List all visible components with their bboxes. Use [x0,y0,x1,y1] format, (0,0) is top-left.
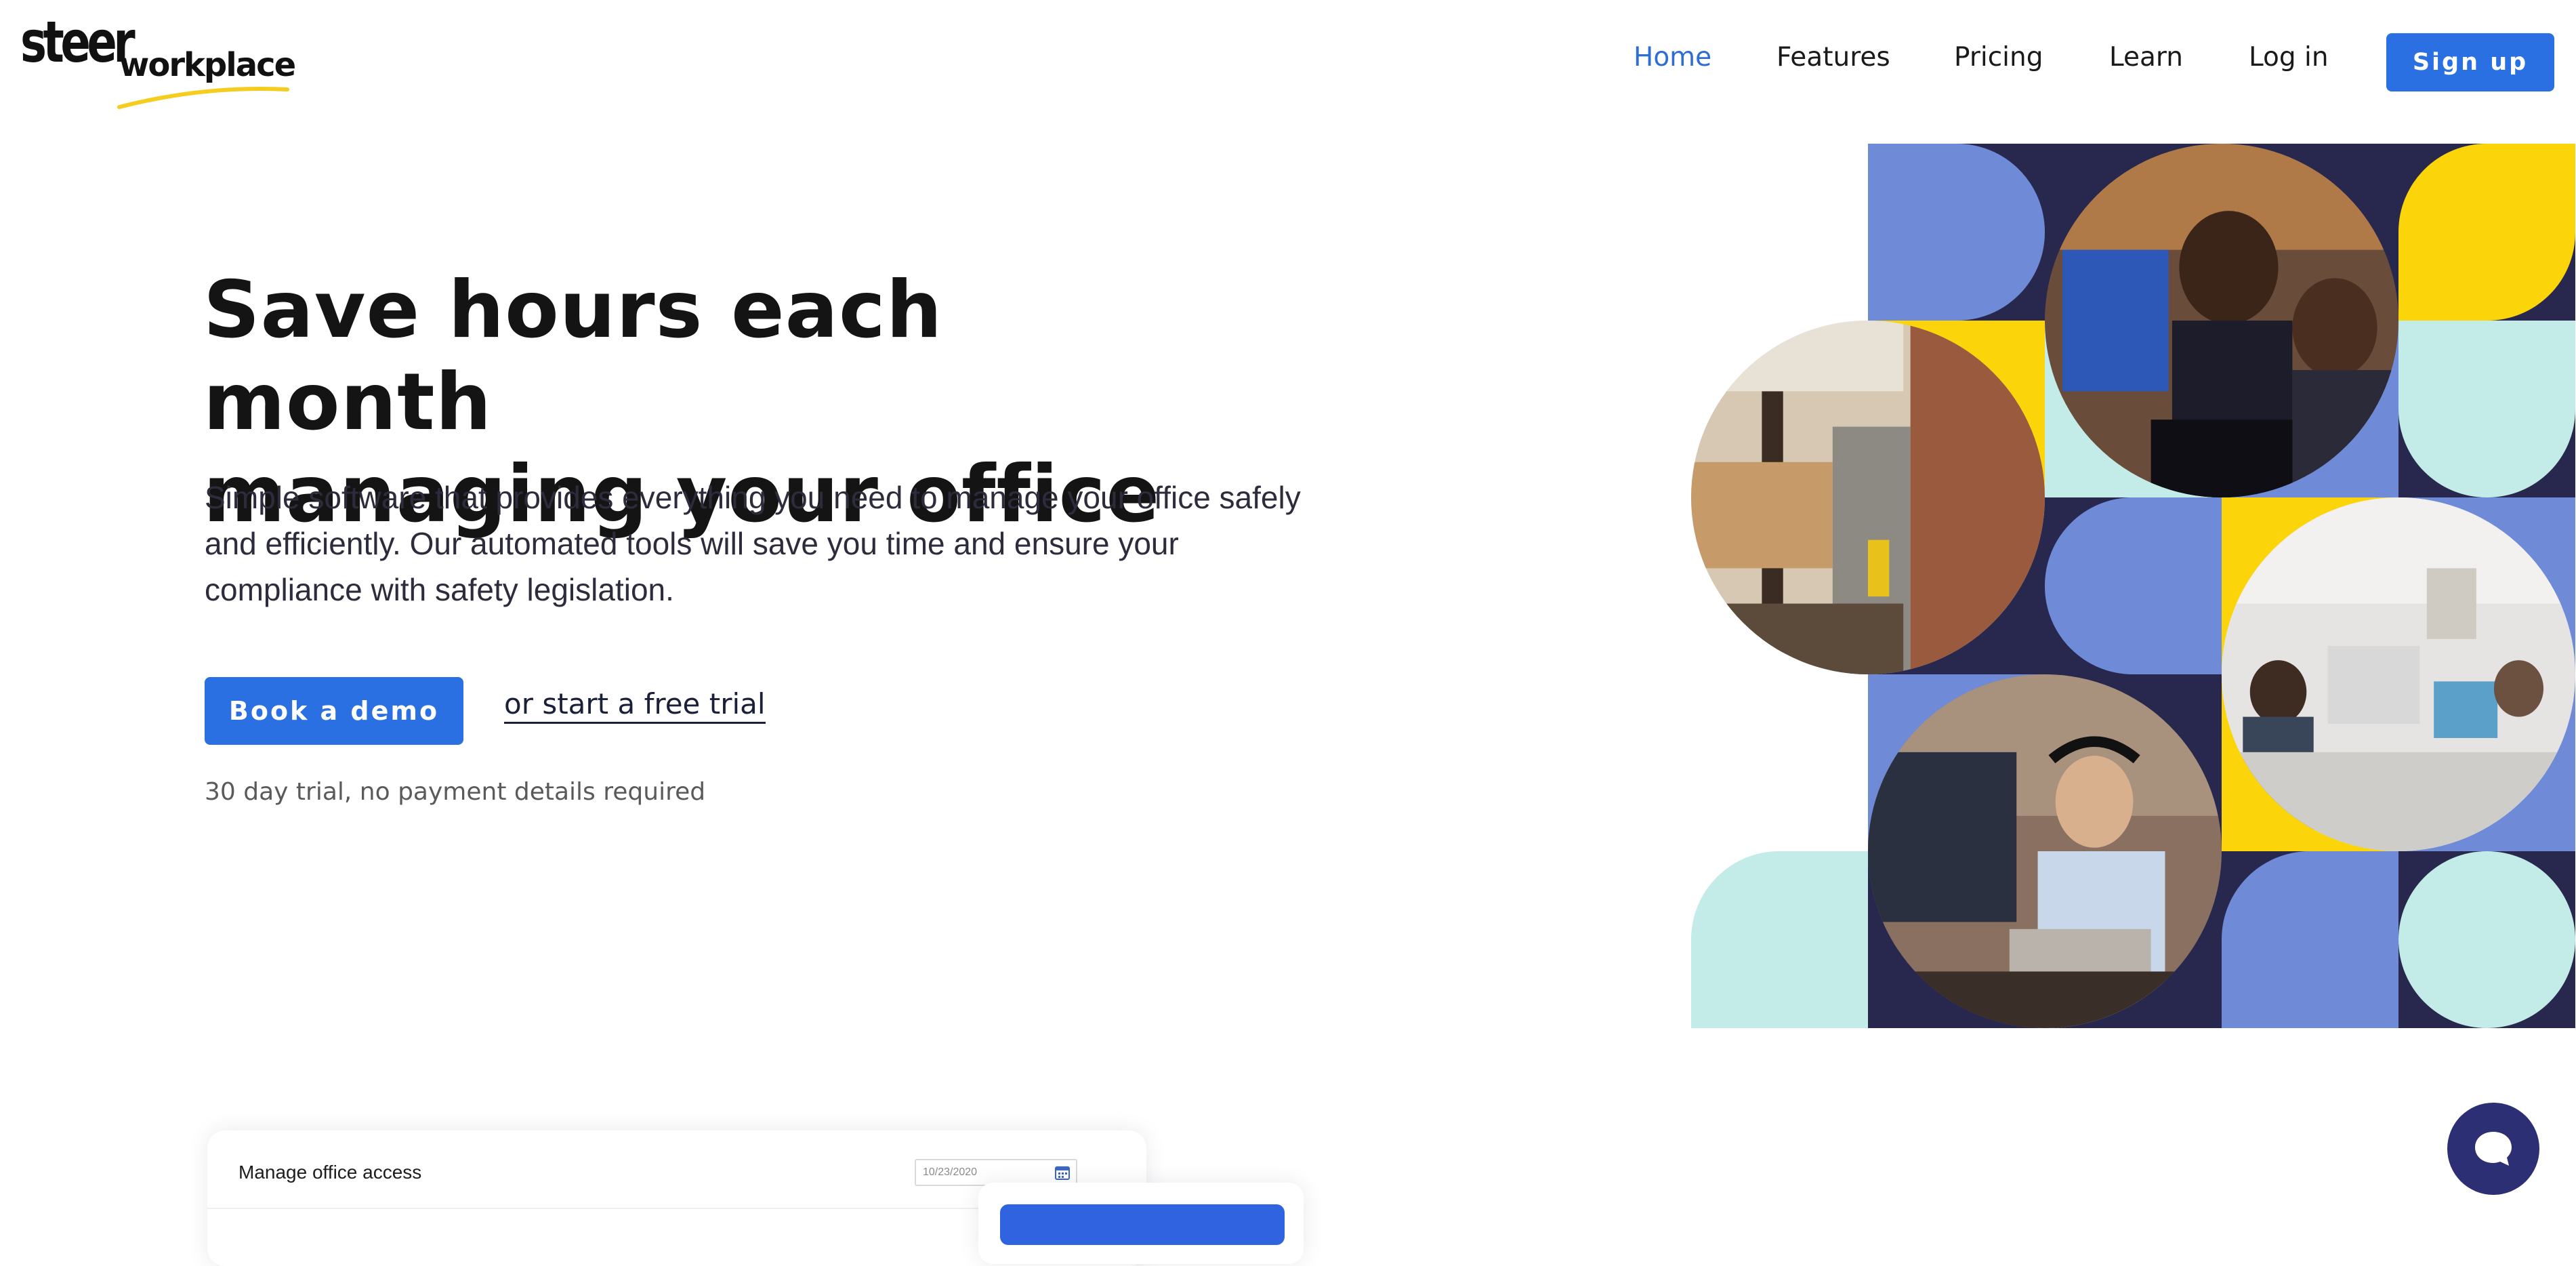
collage-tile [2045,497,2222,674]
hero-subtitle-line-1: Simple software that provides everything… [205,480,1301,515]
hero-title-line-1: Save hours each month [203,264,943,448]
book-demo-button[interactable]: Book a demo [205,677,463,745]
app-preview-secondary-card [978,1183,1304,1264]
date-input[interactable]: 10/23/2020 [915,1159,1077,1186]
nav-item-pricing[interactable]: Pricing [1954,42,2043,73]
free-trial-link[interactable]: or start a free trial [504,687,766,724]
logo-wordmark-steer: steer [20,9,136,75]
photo-office-staircase [1691,321,2045,674]
nav-item-learn[interactable]: Learn [2109,42,2183,73]
collage-tile [2398,144,2575,321]
photo-office-desks [2222,497,2575,851]
nav-item-home[interactable]: Home [1634,42,1711,73]
calendar-icon[interactable] [1054,1164,1071,1181]
trial-note: 30 day trial, no payment details require… [205,778,706,806]
photo-man-with-headset [1868,674,2222,1028]
signup-button[interactable]: Sign up [2386,33,2554,91]
hero-subtitle: Simple software that provides everything… [205,474,1316,613]
collage-tile [2398,321,2575,497]
hero-image-collage [1691,144,2576,1029]
collage-tile [2222,851,2398,1028]
logo-swoosh-icon [117,87,289,109]
preview-card-title: Manage office access [238,1162,422,1183]
chat-bubble-icon [2475,1132,2512,1166]
brand-logo[interactable]: steer workplace [20,9,296,109]
logo-wordmark-workplace: workplace [119,46,296,84]
collage-tile [2398,851,2575,1028]
hero-subtitle-line-2: and efficiently. Our automated tools wil… [205,526,1179,561]
hero-subtitle-line-3: compliance with safety legislation. [205,572,674,607]
collage-tile [1868,144,2045,321]
preview-action-button[interactable] [1000,1204,1285,1245]
collage-tile [1691,851,1868,1028]
chat-widget-button[interactable] [2447,1103,2539,1195]
photo-two-colleagues [2045,144,2398,497]
nav-item-login[interactable]: Log in [2249,42,2329,73]
nav-item-features[interactable]: Features [1777,42,1890,73]
